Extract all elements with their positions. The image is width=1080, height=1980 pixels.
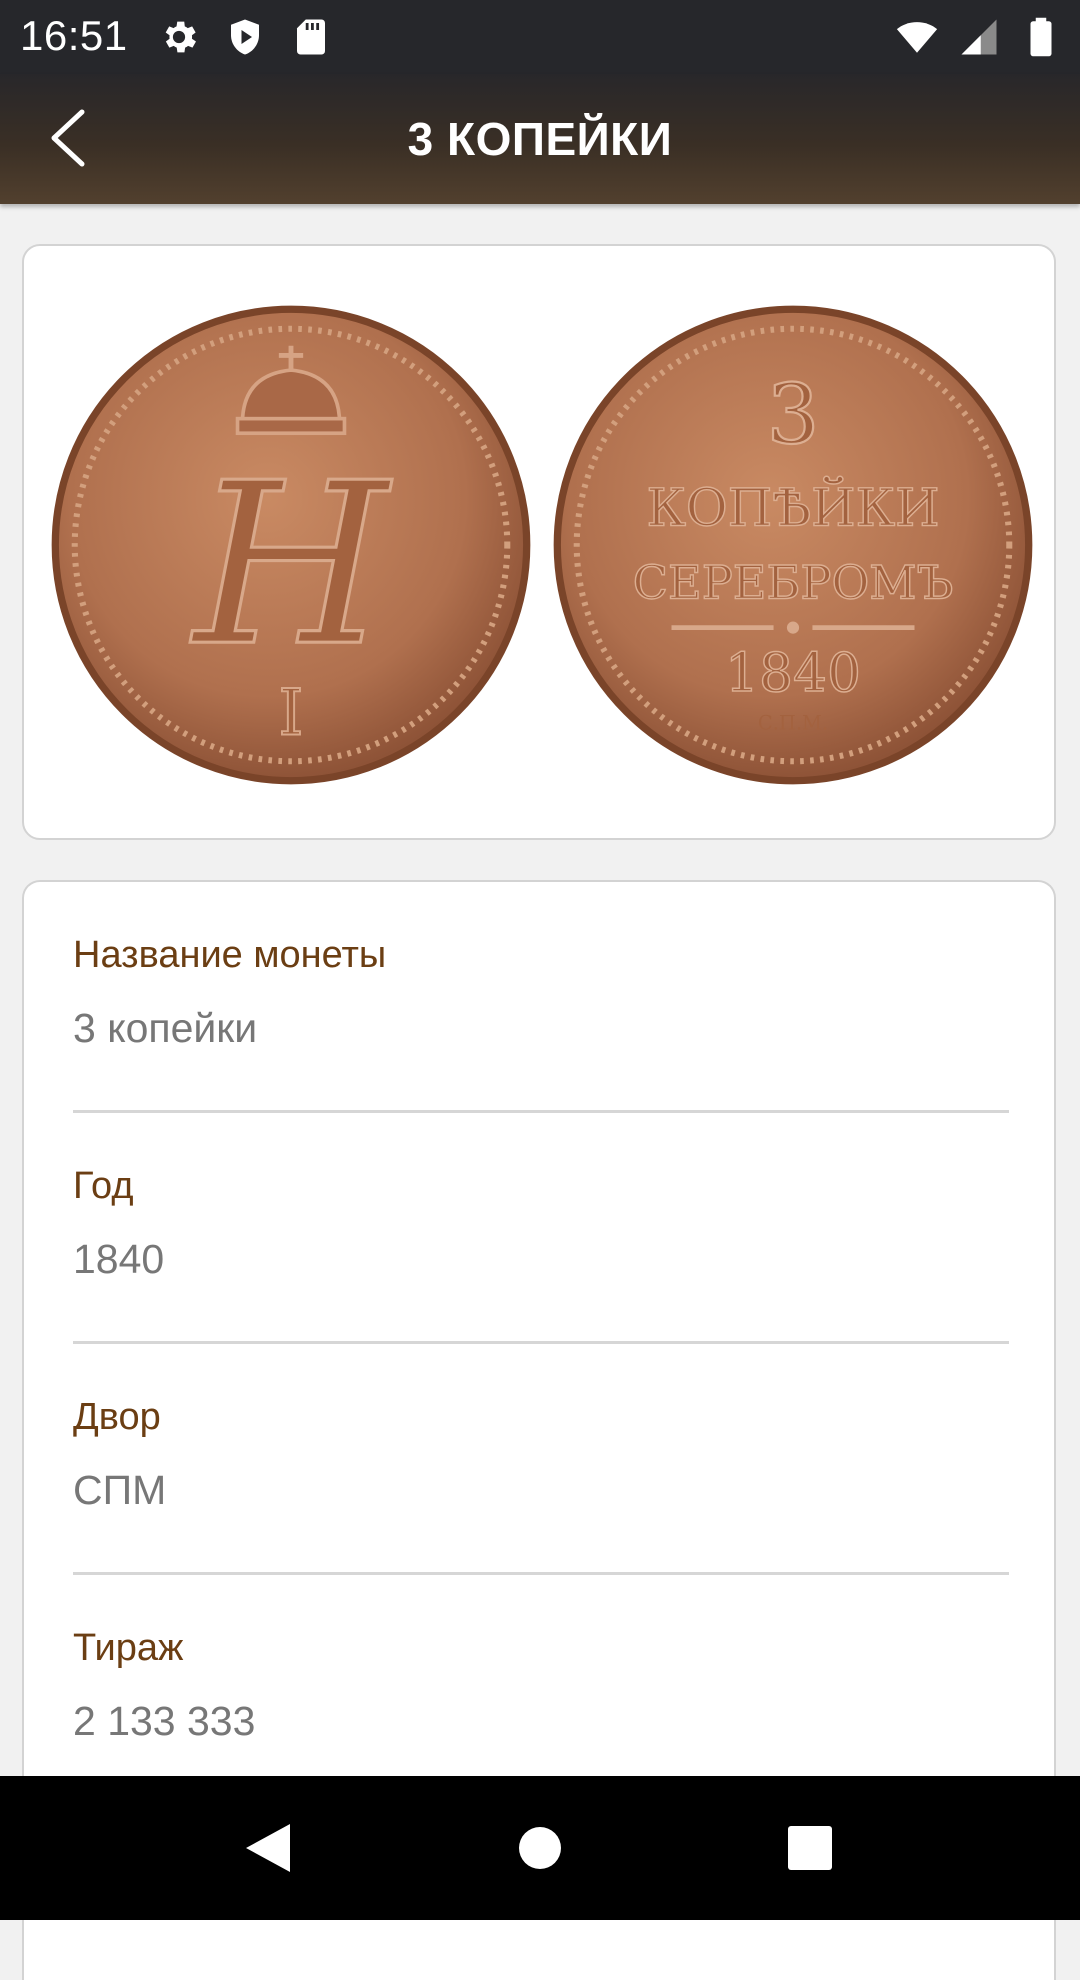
cell-signal-icon: [961, 19, 997, 55]
field-label: Год: [73, 1165, 134, 1207]
shield-play-icon: [231, 19, 259, 55]
nav-home-icon[interactable]: [508, 1816, 572, 1880]
navigation-bar: [0, 1776, 1080, 1920]
coin-numeral: I: [279, 676, 304, 750]
divider: [73, 1341, 1009, 1344]
nav-back-icon[interactable]: [238, 1816, 302, 1880]
field-mintage: Тираж 2 133 333: [73, 1627, 1009, 1745]
field-value: 3 копейки: [73, 1005, 258, 1051]
field-value: СПМ: [73, 1467, 167, 1513]
field-mint: Двор СПМ: [73, 1396, 1009, 1514]
coin-denomination: 3: [767, 367, 820, 463]
field-value: 1840: [73, 1236, 165, 1282]
field-label: Тираж: [73, 1627, 184, 1669]
status-bar: 16:51: [0, 0, 1080, 74]
app-bar: 3 КОПЕЙКИ: [0, 74, 1080, 204]
coin-reverse-image[interactable]: 3 КОПѢЙКИ СЕРЕБРОМЪ 1840 С.П.М.: [550, 302, 1036, 788]
coin-text-line2: КОПѢЙКИ: [646, 477, 939, 539]
field-coin-name: Название монеты 3 копейки: [73, 934, 1009, 1052]
coin-year: 1840: [725, 641, 861, 704]
field-year: Год 1840: [73, 1165, 1009, 1283]
coin-text-line3: СЕРЕБРОМЪ: [633, 555, 954, 609]
status-icons-left: [158, 16, 332, 58]
coin-image-card: Н I 3 КОПѢЙКИ СЕРЕБРОМЪ 1840 С.П.М.: [22, 244, 1056, 840]
status-icons-right: [896, 16, 1062, 58]
battery-icon: [1030, 17, 1052, 57]
gear-icon: [165, 21, 196, 53]
field-value: 2 133 333: [73, 1698, 256, 1744]
coin-obverse-image[interactable]: Н I: [48, 302, 534, 788]
divider: [73, 1572, 1009, 1575]
wifi-icon: [896, 22, 938, 53]
coin-mint-mark: С.П.М.: [758, 712, 828, 735]
nav-recents-icon[interactable]: [778, 1816, 842, 1880]
field-label: Двор: [73, 1396, 161, 1438]
coin-monogram: Н: [190, 434, 393, 695]
sd-card-icon: [297, 19, 325, 55]
field-label: Название монеты: [73, 934, 387, 976]
page-title: 3 КОПЕЙКИ: [407, 113, 673, 165]
status-time: 16:51: [20, 12, 128, 59]
divider: [73, 1110, 1009, 1113]
